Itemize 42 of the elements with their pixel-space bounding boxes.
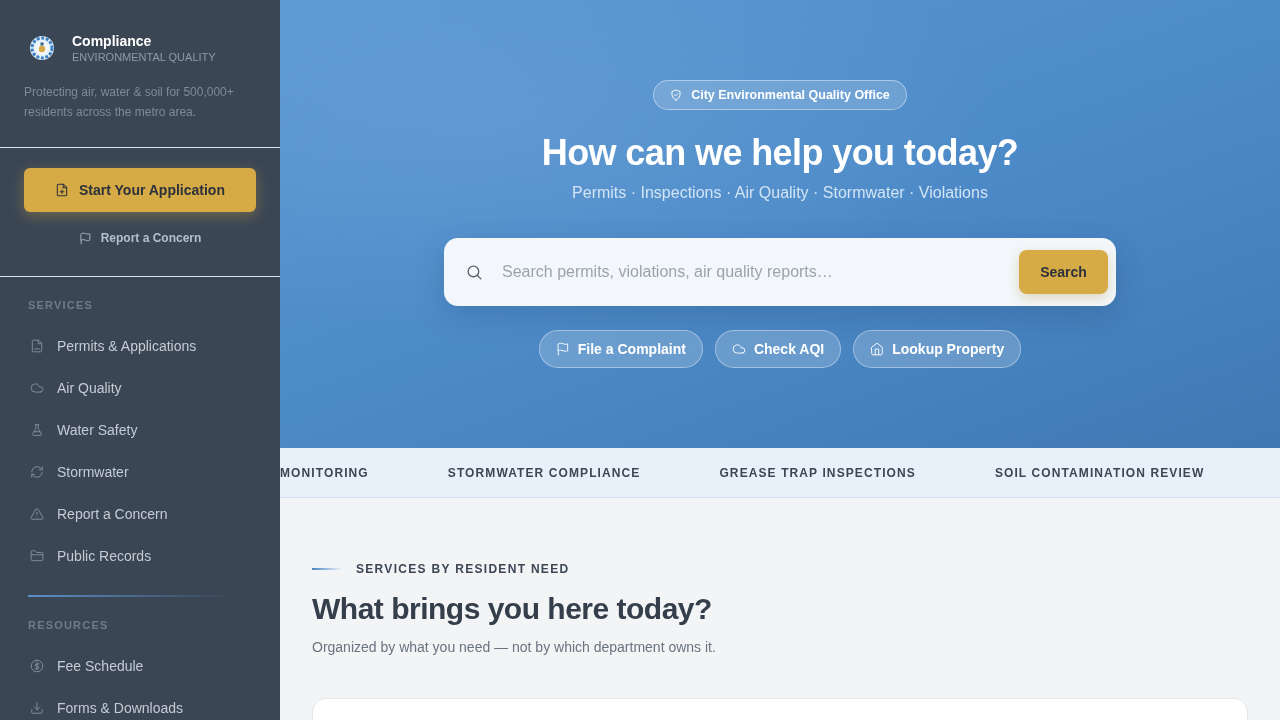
download-icon: [30, 701, 44, 715]
folder-icon: [30, 549, 44, 563]
report-concern-link[interactable]: Report a Concern: [78, 230, 202, 246]
ticker-item: GREASE TRAP INSPECTIONS: [719, 465, 916, 480]
quick-action-button[interactable]: Lookup Property: [853, 330, 1022, 368]
section-description: Organized by what you need — not by which department owns it.: [312, 638, 717, 657]
nav-item[interactable]: Water Safety: [30, 420, 138, 440]
brand-subtitle: ENVIRONMENTAL QUALITY: [72, 50, 216, 64]
section-title: What brings you here today?: [312, 591, 713, 627]
nav-item[interactable]: Public Records: [30, 546, 152, 566]
document-icon: [30, 339, 44, 353]
nav-item[interactable]: Report a Concern: [30, 504, 168, 524]
search-button[interactable]: Search: [1019, 250, 1108, 294]
emblem-icon: [30, 36, 54, 60]
search-field[interactable]: Search permits, violations, air quality reports… Search: [444, 238, 1116, 306]
file-plus-icon: [55, 183, 69, 197]
flask-icon: [30, 423, 44, 437]
dollar-icon: [30, 659, 44, 673]
ticker-item: MONITORING: [280, 465, 369, 480]
refresh-icon: [30, 465, 44, 479]
tagline: Protecting air, water & soil for 500,000+ residents across the metro area.: [24, 84, 235, 121]
nav-item[interactable]: Stormwater: [30, 462, 129, 482]
nav-item[interactable]: Forms & Downloads: [30, 698, 184, 718]
cloud-icon: [731, 342, 746, 356]
ticker-item: SOIL CONTAMINATION REVIEW: [994, 465, 1205, 480]
flag-icon: [555, 342, 570, 356]
nav-item[interactable]: Air Quality: [30, 378, 122, 398]
start-application-button[interactable]: Start Your Application: [24, 168, 256, 212]
house-icon: [870, 342, 885, 356]
search-icon: [466, 263, 483, 281]
office-badge: City Environmental Quality Office: [653, 80, 907, 110]
brand-title: Compliance: [72, 32, 153, 50]
hero-subtitle: Permits · Inspections · Air Quality · Stormwater · Violations: [572, 183, 988, 203]
cloud-icon: [30, 381, 44, 395]
flag-icon: [78, 231, 92, 245]
section-eyebrow: SERVICES BY RESIDENT NEED: [356, 562, 570, 576]
ticker-item: STORMWATER COMPLIANCE: [447, 465, 641, 480]
shield-check-icon: [670, 89, 683, 101]
hero-title: How can we help you today?: [541, 131, 1019, 175]
nav-item[interactable]: Permits & Applications: [30, 336, 197, 356]
nav-item[interactable]: Fee Schedule: [30, 656, 144, 676]
warning-icon: [30, 507, 44, 521]
